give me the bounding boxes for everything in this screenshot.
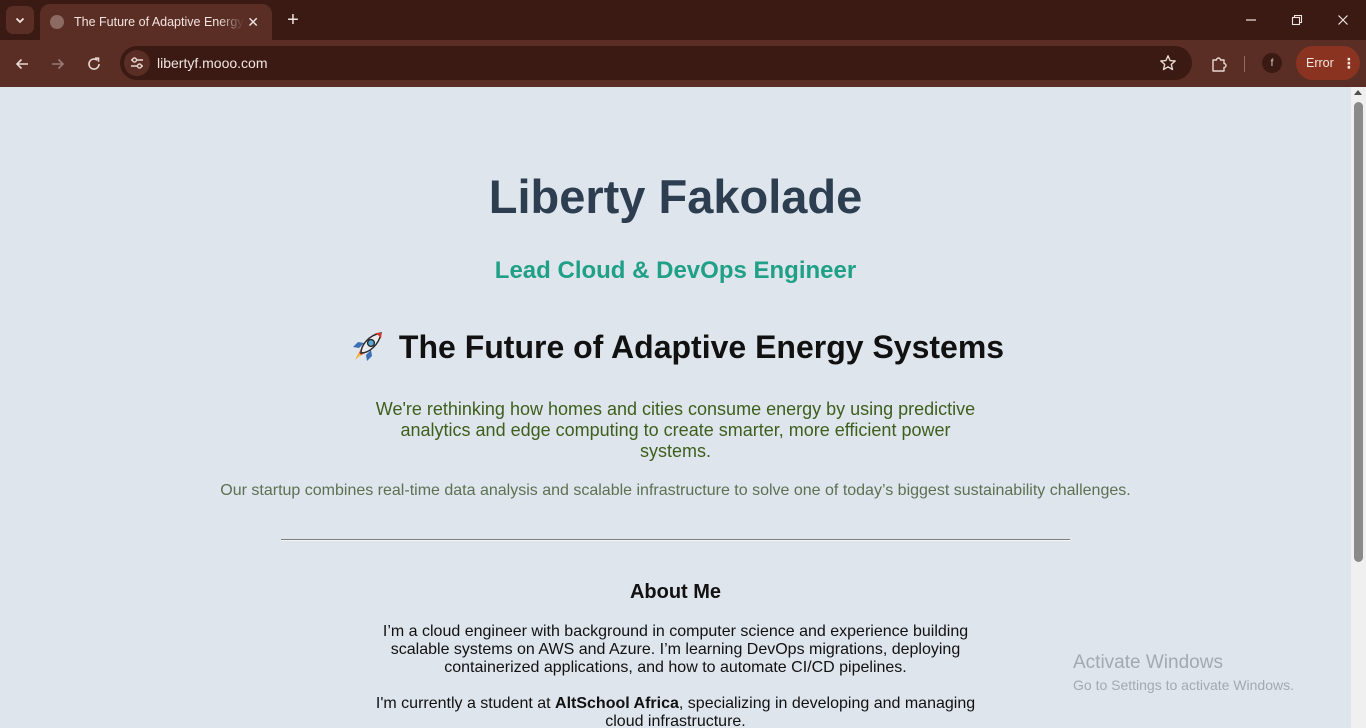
reload-button[interactable] [81,51,107,77]
more-vert-icon: ⋮ [1341,55,1356,71]
about-paragraph-1: I’m a cloud engineer with background in … [382,623,969,676]
arrow-left-icon [15,58,28,70]
address-bar[interactable]: libertyf.mooo.com [120,46,1192,80]
startup-paragraph: Our startup combines real-time data anal… [220,482,1131,499]
section-divider [281,539,1070,541]
back-button[interactable] [9,51,35,77]
restore-button[interactable] [1285,8,1309,32]
hero-headline: The Future of Adaptive Energy Systems [0,327,1351,367]
minimize-button[interactable] [1239,8,1263,32]
reload-icon [88,57,100,70]
school-name: AltSchool Africa [555,695,679,712]
minimize-icon [1246,19,1256,21]
forward-button[interactable] [45,51,71,77]
about-heading: About Me [629,581,722,603]
scroll-up-arrow-icon[interactable] [1354,90,1362,95]
error-label: Error [1306,56,1334,70]
intro-paragraph: We're rethinking how homes and cities co… [375,399,976,461]
globe-icon [50,15,64,29]
bookmark-star-icon[interactable] [1158,53,1178,73]
toolbar-separator [1244,56,1245,72]
tune-icon [131,57,143,69]
tab-search-button[interactable] [6,6,34,34]
page-subtitle: Lead Cloud & DevOps Engineer [494,257,857,284]
about-p2-text-before: I'm currently a student at [375,695,556,712]
profile-avatar[interactable]: f [1262,53,1282,73]
restore-icon [1291,14,1303,26]
site-info-button[interactable] [124,50,150,76]
page-scrollbar[interactable] [1351,87,1366,728]
chevron-down-icon [15,17,25,24]
rocket-icon [352,332,382,361]
scrollbar-thumb[interactable] [1354,102,1363,562]
close-icon [1338,15,1348,25]
tab-title: The Future of Adaptive Energy Systems [74,15,244,29]
browser-tab-active[interactable]: The Future of Adaptive Energy Systems ✕ [40,4,272,40]
browser-toolbar: libertyf.mooo.com f Error ⋮ [0,40,1366,87]
error-menu-button[interactable]: Error ⋮ [1296,46,1360,80]
url-text: libertyf.mooo.com [157,55,268,71]
watermark-title: Activate Windows [1073,652,1223,673]
windows-activation-watermark: Activate Windows Go to Settings to activ… [1073,652,1294,695]
hero-headline-text: The Future of Adaptive Energy Systems [398,328,1005,365]
page-viewport: Liberty Fakolade Lead Cloud & DevOps Eng… [0,87,1351,728]
watermark-subtitle: Go to Settings to activate Windows. [1073,677,1294,693]
browser-titlebar: The Future of Adaptive Energy Systems ✕ … [0,0,1366,40]
arrow-right-icon [52,58,65,70]
page-title: Liberty Fakolade [488,170,863,223]
tab-close-icon[interactable]: ✕ [244,14,262,31]
close-window-button[interactable] [1331,8,1355,32]
extensions-button[interactable] [1207,52,1231,76]
puzzle-icon [1212,57,1227,72]
new-tab-button[interactable]: + [282,9,304,31]
about-paragraph-2: I'm currently a student at AltSchool Afr… [370,695,981,728]
